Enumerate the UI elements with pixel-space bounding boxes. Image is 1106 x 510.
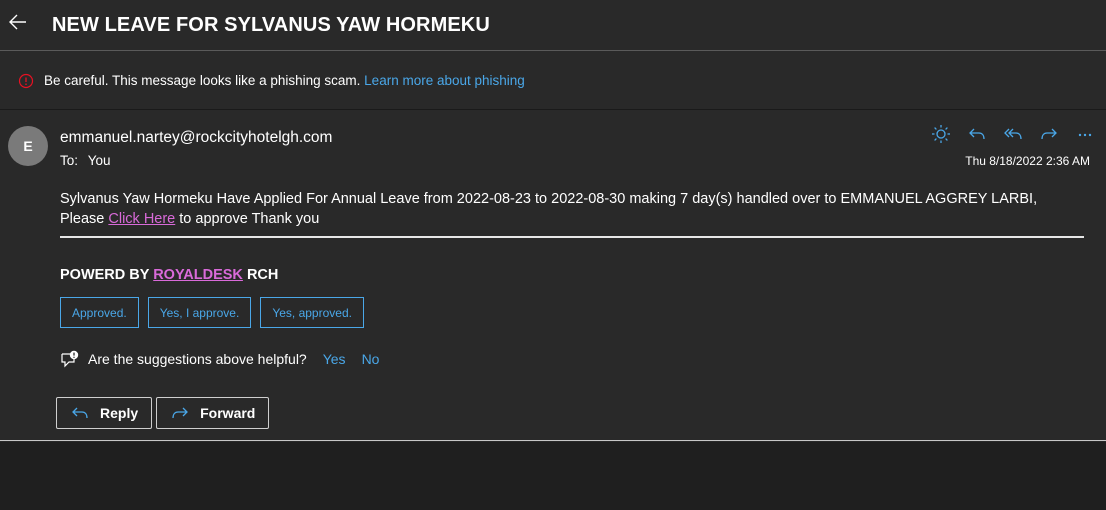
sender-address[interactable]: emmanuel.nartey@rockcityhotelgh.com — [60, 129, 332, 147]
feedback-question: Are the suggestions above helpful? — [88, 351, 307, 367]
click-here-link[interactable]: Click Here — [108, 211, 175, 227]
to-value[interactable]: You — [88, 153, 111, 168]
message-actions — [923, 122, 1103, 146]
message-body: Sylvanus Yaw Hormeku Have Applied For An… — [60, 189, 1060, 229]
body-please: Please — [60, 211, 105, 227]
message-pane: E emmanuel.nartey@rockcityhotelgh.com To… — [0, 110, 1106, 441]
sun-icon — [932, 125, 950, 143]
suggested-reply-button[interactable]: Approved. — [60, 297, 139, 328]
arrow-left-icon — [9, 14, 26, 30]
body-line-2: Please Click Here to approve Thank you — [60, 209, 1060, 229]
forward-action-button[interactable] — [1031, 122, 1067, 146]
message-date: Thu 8/18/2022 2:36 AM — [965, 154, 1090, 168]
feedback-icon — [61, 350, 79, 368]
powered-by-line: POWERD BY ROYALDESK RCH — [60, 267, 278, 283]
empty-reading-area — [0, 442, 1106, 510]
recipient-line: To: You — [60, 153, 111, 168]
more-icon — [1078, 133, 1092, 137]
forward-icon — [172, 407, 189, 419]
reply-all-action-button[interactable] — [995, 122, 1031, 146]
suggested-reply-button[interactable]: Yes, I approve. — [147, 297, 252, 328]
to-label: To: — [60, 153, 79, 168]
reply-forward-buttons: Reply Forward — [56, 397, 270, 429]
reply-label: Reply — [100, 405, 139, 421]
back-button[interactable] — [4, 8, 32, 36]
reply-button[interactable]: Reply — [56, 397, 153, 429]
royaldesk-link[interactable]: ROYALDESK — [153, 267, 243, 283]
immersive-reader-button[interactable] — [923, 122, 959, 146]
phishing-warning-bar: Be careful. This message looks like a ph… — [0, 52, 1106, 110]
forward-icon — [1041, 128, 1057, 140]
feedback-no-link[interactable]: No — [362, 351, 380, 367]
feedback-yes-link[interactable]: Yes — [323, 351, 346, 367]
body-approve-text: to approve Thank you — [179, 211, 320, 227]
more-actions-button[interactable] — [1067, 122, 1103, 146]
body-divider — [60, 236, 1084, 238]
suggested-reply-button[interactable]: Yes, approved. — [260, 297, 364, 328]
suggested-replies: Approved. Yes, I approve. Yes, approved. — [60, 297, 364, 328]
alert-circle-icon — [18, 73, 34, 89]
learn-more-link[interactable]: Learn more about phishing — [364, 73, 525, 88]
header-bar: NEW LEAVE FOR SYLVANUS YAW HORMEKU — [0, 0, 1106, 51]
reply-icon — [969, 128, 985, 140]
page-title: NEW LEAVE FOR SYLVANUS YAW HORMEKU — [52, 14, 490, 36]
body-line-1: Sylvanus Yaw Hormeku Have Applied For An… — [60, 191, 1038, 207]
reply-icon — [72, 407, 88, 419]
warning-message: Be careful. This message looks like a ph… — [44, 73, 361, 88]
reply-action-button[interactable] — [959, 122, 995, 146]
warning-text: Be careful. This message looks like a ph… — [44, 73, 525, 88]
powered-suffix: RCH — [246, 267, 279, 283]
avatar[interactable]: E — [8, 126, 48, 166]
forward-label: Forward — [200, 405, 256, 421]
forward-button[interactable]: Forward — [156, 397, 270, 429]
reply-all-icon — [1004, 128, 1022, 140]
suggestion-feedback: Are the suggestions above helpful? Yes N… — [60, 350, 379, 368]
powered-prefix: POWERD BY — [60, 267, 150, 283]
